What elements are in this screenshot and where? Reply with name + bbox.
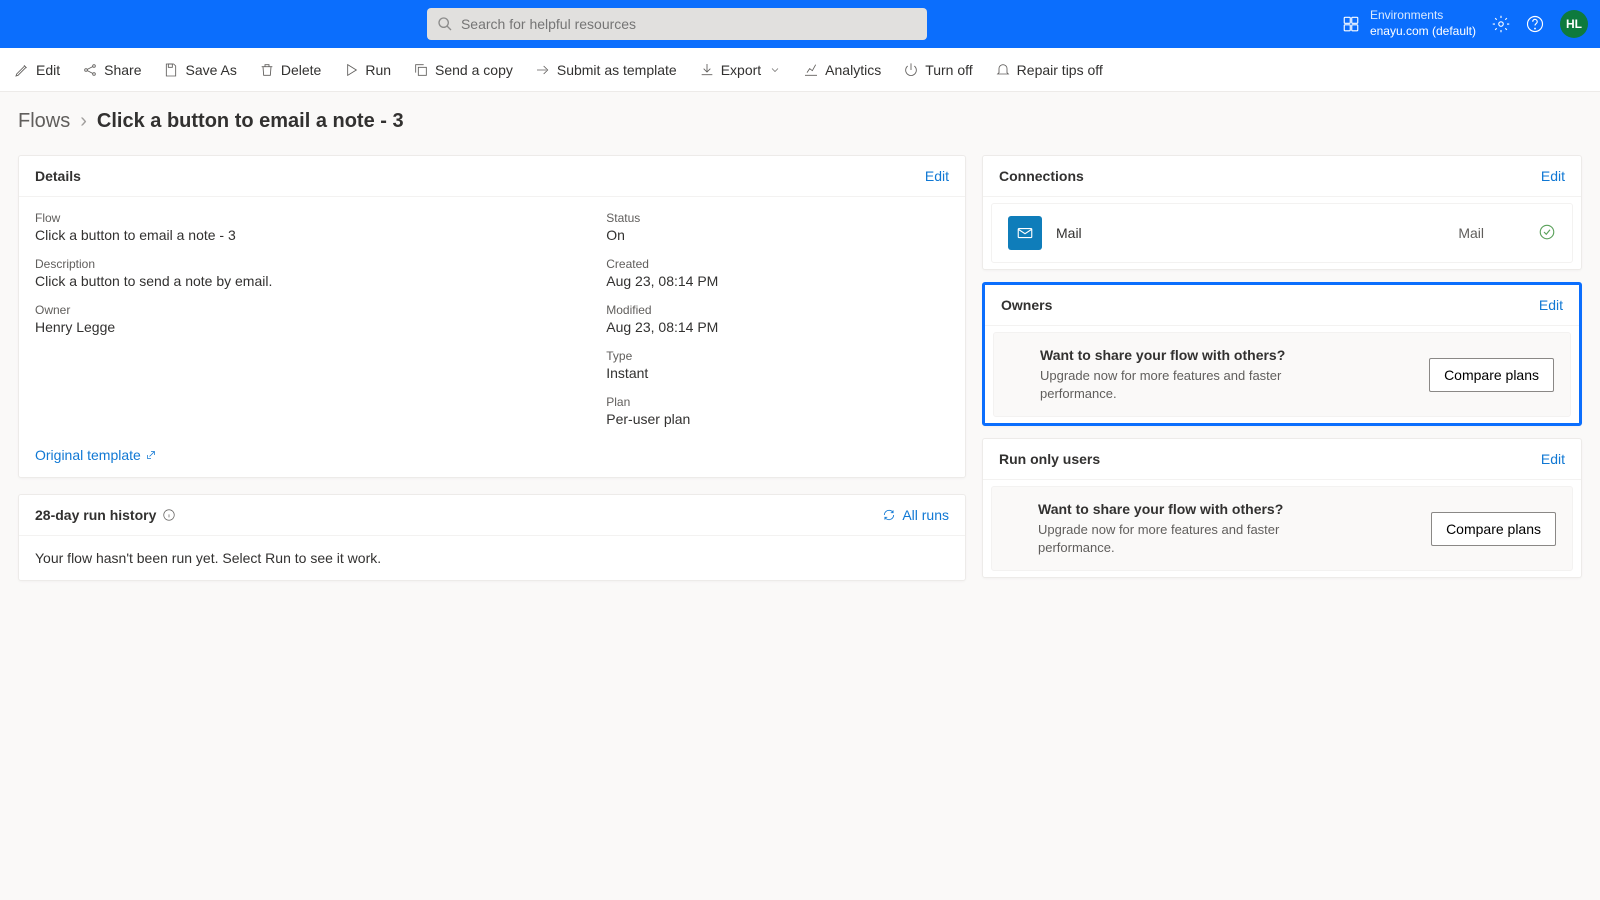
owner-label: Owner [35, 303, 606, 317]
environment-picker[interactable]: Environments enayu.com (default) [1370, 8, 1476, 39]
delete-button[interactable]: Delete [259, 62, 321, 78]
original-template-link[interactable]: Original template [35, 447, 606, 463]
submit-icon [535, 62, 551, 78]
analytics-button[interactable]: Analytics [803, 62, 881, 78]
connection-row[interactable]: Mail Mail [991, 203, 1573, 263]
repair-button[interactable]: Repair tips off [995, 62, 1103, 78]
share-icon [82, 62, 98, 78]
created-label: Created [606, 257, 949, 271]
type-value: Instant [606, 365, 949, 381]
owners-title: Owners [1001, 297, 1052, 313]
breadcrumb-current: Click a button to email a note - 3 [97, 110, 404, 133]
refresh-icon [882, 508, 896, 522]
type-label: Type [606, 349, 949, 363]
details-edit-link[interactable]: Edit [925, 168, 949, 184]
history-empty: Your flow hasn't been run yet. Select Ru… [35, 550, 949, 566]
modified-label: Modified [606, 303, 949, 317]
owners-card: Owners Edit Want to share your flow with… [982, 282, 1582, 426]
owners-edit-link[interactable]: Edit [1539, 297, 1563, 313]
search-icon [437, 16, 453, 32]
saveas-button[interactable]: Save As [163, 62, 236, 78]
play-icon [343, 62, 359, 78]
help-icon[interactable] [1526, 15, 1544, 33]
mail-icon [1008, 216, 1042, 250]
command-bar: Edit Share Save As Delete Run Send a cop… [0, 48, 1600, 92]
open-icon [145, 449, 157, 461]
share-question: Want to share your flow with others? [1038, 501, 1411, 517]
submit-button[interactable]: Submit as template [535, 62, 677, 78]
modified-value: Aug 23, 08:14 PM [606, 319, 949, 335]
flow-label: Flow [35, 211, 606, 225]
runonly-title: Run only users [999, 451, 1100, 467]
compare-plans-button[interactable]: Compare plans [1429, 358, 1554, 392]
connection-name: Mail [1056, 225, 1444, 241]
details-card: Details Edit Flow Click a button to email… [18, 155, 966, 478]
owner-value: Henry Legge [35, 319, 606, 335]
share-description: Upgrade now for more features and faster… [1040, 367, 1300, 402]
share-description: Upgrade now for more features and faster… [1038, 521, 1298, 556]
save-icon [163, 62, 179, 78]
created-value: Aug 23, 08:14 PM [606, 273, 949, 289]
breadcrumb-root[interactable]: Flows [18, 110, 70, 133]
run-button[interactable]: Run [343, 62, 391, 78]
status-label: Status [606, 211, 949, 225]
connections-edit-link[interactable]: Edit [1541, 168, 1565, 184]
edit-button[interactable]: Edit [14, 62, 60, 78]
flow-value: Click a button to email a note - 3 [35, 227, 606, 243]
power-icon [903, 62, 919, 78]
history-card: 28-day run history All runs Your flow ha… [18, 494, 966, 581]
connections-card: Connections Edit Mail Mail [982, 155, 1582, 270]
share-button[interactable]: Share [82, 62, 141, 78]
info-icon[interactable] [162, 508, 176, 522]
avatar[interactable]: HL [1560, 10, 1588, 38]
topbar: Environments enayu.com (default) HL [0, 0, 1600, 48]
details-title: Details [35, 168, 81, 184]
export-icon [699, 62, 715, 78]
desc-value: Click a button to send a note by email. [35, 273, 606, 289]
chart-icon [803, 62, 819, 78]
pencil-icon [14, 62, 30, 78]
plan-label: Plan [606, 395, 949, 409]
trash-icon [259, 62, 275, 78]
connection-type: Mail [1458, 225, 1484, 241]
history-title: 28-day run history [35, 507, 156, 523]
search-box[interactable] [427, 8, 927, 40]
sendcopy-button[interactable]: Send a copy [413, 62, 513, 78]
bell-icon [995, 62, 1011, 78]
compare-plans-button[interactable]: Compare plans [1431, 512, 1556, 546]
owners-share-prompt: Want to share your flow with others? Upg… [993, 332, 1571, 417]
desc-label: Description [35, 257, 606, 271]
plan-value: Per-user plan [606, 411, 949, 427]
chevron-right-icon: › [80, 110, 87, 133]
chevron-down-icon [769, 64, 781, 76]
runonly-card: Run only users Edit Want to share your f… [982, 438, 1582, 578]
environment-icon [1342, 15, 1360, 33]
breadcrumb: Flows › Click a button to email a note -… [0, 92, 1600, 143]
turnoff-button[interactable]: Turn off [903, 62, 972, 78]
export-button[interactable]: Export [699, 62, 781, 78]
connections-title: Connections [999, 168, 1084, 184]
runonly-share-prompt: Want to share your flow with others? Upg… [991, 486, 1573, 571]
copy-icon [413, 62, 429, 78]
share-question: Want to share your flow with others? [1040, 347, 1409, 363]
checkmark-icon [1538, 223, 1556, 244]
search-input[interactable] [461, 16, 917, 32]
all-runs-link[interactable]: All runs [882, 507, 949, 523]
settings-icon[interactable] [1492, 15, 1510, 33]
status-value: On [606, 227, 949, 243]
runonly-edit-link[interactable]: Edit [1541, 451, 1565, 467]
